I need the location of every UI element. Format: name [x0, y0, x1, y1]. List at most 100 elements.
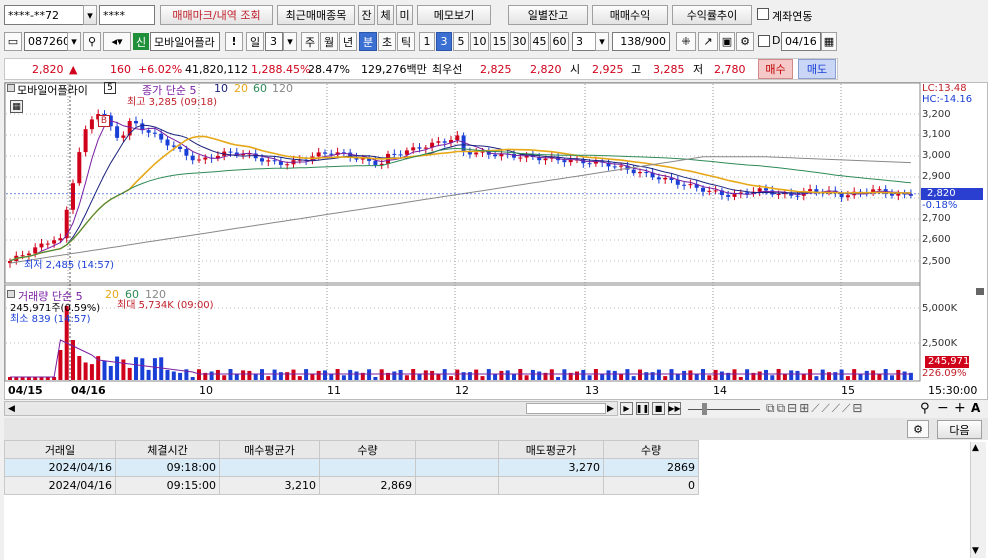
stop-icon[interactable]: ■	[652, 402, 665, 415]
buy-marker[interactable]: B	[98, 115, 110, 127]
volume-bar	[272, 369, 277, 380]
cell-date: 2024/04/16	[4, 458, 116, 477]
fast-forward-icon[interactable]: ▶▶	[668, 402, 681, 415]
cell-blank	[415, 476, 499, 495]
volume-bar	[556, 376, 561, 380]
volume-bar	[688, 370, 693, 380]
zoom-in-icon[interactable]: +	[954, 400, 966, 416]
volume-bar	[89, 364, 94, 380]
table-toggle-icon[interactable]: ▦	[10, 100, 23, 113]
volume-bar	[222, 375, 227, 380]
y-tick-3200: 3,200	[922, 109, 951, 120]
trade-table: 거래일 체결시간 매수평균가 수량 매도평균가 수량 2024/04/16 09…	[4, 440, 699, 495]
next-button[interactable]: 다음	[937, 420, 982, 439]
volume-bar	[455, 369, 460, 380]
table-header: 거래일 체결시간 매수평균가 수량 매도평균가 수량	[4, 440, 699, 459]
table-row[interactable]: 2024/04/16 09:18:00 3,270 2869	[4, 458, 699, 477]
x-label-10: 10	[199, 384, 213, 397]
candle-body	[33, 247, 38, 254]
volume-bar	[499, 370, 504, 380]
ma10-line	[9, 124, 911, 262]
volume-bar	[650, 372, 655, 380]
settings-gear-icon[interactable]: ⚙	[907, 420, 929, 438]
volume-bar	[600, 374, 605, 380]
col-sell-qty: 수량	[603, 440, 699, 459]
panel-handle-icon[interactable]	[7, 84, 15, 92]
volume-bar	[738, 376, 743, 380]
candle-body	[323, 152, 327, 154]
candle-body	[436, 141, 441, 143]
ma120-legend: 120	[272, 82, 293, 95]
speed-slider-thumb[interactable]	[702, 403, 707, 415]
candle-body	[197, 159, 201, 161]
scroll-left-icon[interactable]: ◀	[5, 402, 18, 415]
volume-bar	[764, 369, 768, 380]
candle-body	[808, 189, 813, 192]
candle-body	[442, 141, 447, 143]
candle-body	[764, 188, 768, 191]
volume-bar	[102, 360, 107, 380]
candle-body	[890, 193, 894, 196]
volume-bar	[266, 376, 271, 380]
table-scrollbar[interactable]	[970, 442, 986, 558]
zoom-icon[interactable]: ⚲	[920, 401, 930, 416]
volume-bar	[430, 370, 435, 380]
candle-body	[675, 180, 680, 185]
scroll-up-icon[interactable]: ▲	[972, 443, 979, 453]
zoom-out-icon[interactable]: −	[937, 400, 949, 416]
volume-bar	[197, 369, 201, 380]
bottom-toolbar	[4, 418, 988, 440]
candle-body	[845, 195, 850, 198]
candle-body	[493, 154, 498, 157]
volume-bar	[707, 375, 712, 380]
volume-bar	[58, 350, 63, 380]
price-chart[interactable]	[0, 0, 988, 420]
candle-body	[58, 238, 63, 241]
font-size-icon[interactable]: A	[971, 401, 980, 415]
pause-icon[interactable]: ❚❚	[636, 402, 649, 415]
col-buy-qty: 수량	[319, 440, 416, 459]
x-label-13: 13	[585, 384, 599, 397]
volume-bar	[612, 370, 617, 380]
cell-buy-qty	[319, 458, 416, 477]
candle-body	[392, 153, 397, 155]
volume-bar	[801, 373, 806, 380]
volume-bar	[518, 369, 523, 380]
volume-bar	[619, 373, 624, 380]
candle-body	[795, 195, 800, 197]
panel-sub-box[interactable]: 5	[104, 82, 116, 94]
volume-bar	[486, 369, 491, 380]
candle-body	[89, 119, 94, 130]
volume-bar	[449, 376, 453, 380]
volume-bar	[83, 362, 88, 380]
x-label-0415: 04/15	[8, 384, 43, 397]
candle-body	[190, 155, 195, 161]
panel-collapse-icon[interactable]	[976, 288, 984, 295]
candle-body	[638, 172, 642, 174]
volume-panel-handle-icon[interactable]	[7, 290, 15, 298]
x-label-0416: 04/16	[71, 384, 106, 397]
play-icon[interactable]: ▶	[620, 402, 633, 415]
volume-bar	[348, 369, 353, 380]
candle-body	[272, 160, 277, 162]
scroll-thumb[interactable]	[526, 403, 606, 414]
candle-body	[83, 129, 88, 153]
scroll-right-icon[interactable]: ▶	[604, 402, 617, 415]
candle-body	[776, 194, 781, 196]
candle-body	[260, 158, 264, 162]
candle-body	[814, 189, 819, 192]
volume-bar	[165, 369, 170, 380]
drawing-tools-icon[interactable]: ⧉⧉⊟⊞⟋⟋⟋⟋⊟	[766, 401, 864, 416]
volume-bar	[392, 371, 397, 380]
volume-bar	[896, 369, 901, 380]
volume-bar	[587, 375, 592, 380]
candle-body	[178, 146, 183, 149]
table-row[interactable]: 2024/04/16 09:15:00 3,210 2,869 0	[4, 476, 699, 495]
volume-bar	[228, 369, 233, 380]
candle-body	[682, 184, 687, 186]
volume-bar	[423, 370, 428, 380]
scroll-down-icon[interactable]: ▼	[972, 546, 979, 556]
speed-slider[interactable]	[688, 409, 760, 410]
current-price-tag: 2,820	[921, 188, 983, 200]
volume-bar	[404, 375, 409, 380]
